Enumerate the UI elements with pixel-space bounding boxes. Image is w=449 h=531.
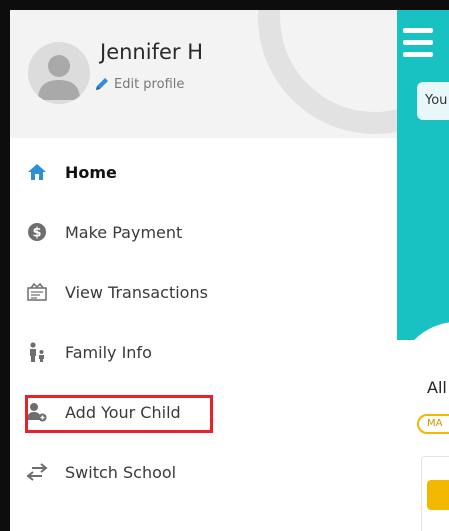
- app-greeting-pill: You: [417, 82, 449, 120]
- background-app: You All MA: [397, 10, 449, 531]
- navigation-drawer: Jennifer H Edit profile Home $ Make Paym…: [10, 10, 397, 531]
- nav-label-family-info: Family Info: [65, 342, 152, 362]
- nav-item-add-your-child[interactable]: Add Your Child: [10, 388, 397, 436]
- avatar[interactable]: [28, 42, 90, 104]
- pencil-icon: [96, 78, 108, 90]
- window-frame-top: [0, 0, 449, 10]
- drawer-header: Jennifer H Edit profile: [10, 10, 397, 138]
- app-card-image: [427, 480, 449, 510]
- nav-label-make-payment: Make Payment: [65, 222, 183, 242]
- receipt-icon: [26, 281, 48, 303]
- nav-label-home: Home: [65, 162, 117, 182]
- window-frame-left: [0, 0, 10, 531]
- menu-icon[interactable]: [403, 28, 441, 60]
- header-decoration: [258, 10, 397, 134]
- home-icon: [26, 161, 48, 183]
- nav-item-home[interactable]: Home: [10, 148, 397, 196]
- nav-label-switch-school: Switch School: [65, 462, 177, 482]
- user-silhouette-icon: [38, 55, 80, 100]
- nav-item-family-info[interactable]: Family Info: [10, 328, 397, 376]
- nav-label-view-transactions: View Transactions: [65, 282, 208, 302]
- add-user-icon: [26, 401, 48, 423]
- edit-profile-label: Edit profile: [114, 76, 185, 92]
- svg-text:$: $: [32, 226, 41, 241]
- nav-label-add-your-child: Add Your Child: [65, 402, 181, 422]
- edit-profile-link[interactable]: Edit profile: [94, 74, 184, 94]
- user-name: Jennifer H: [100, 40, 203, 64]
- app-section-title: All: [427, 378, 447, 397]
- nav-item-switch-school[interactable]: Switch School: [10, 448, 397, 496]
- app-badge[interactable]: MA: [417, 414, 449, 434]
- swap-arrows-icon: [26, 461, 48, 483]
- family-icon: [26, 341, 48, 363]
- nav-item-make-payment[interactable]: $ Make Payment: [10, 208, 397, 256]
- nav-item-view-transactions[interactable]: View Transactions: [10, 268, 397, 316]
- dollar-circle-icon: $: [26, 221, 48, 243]
